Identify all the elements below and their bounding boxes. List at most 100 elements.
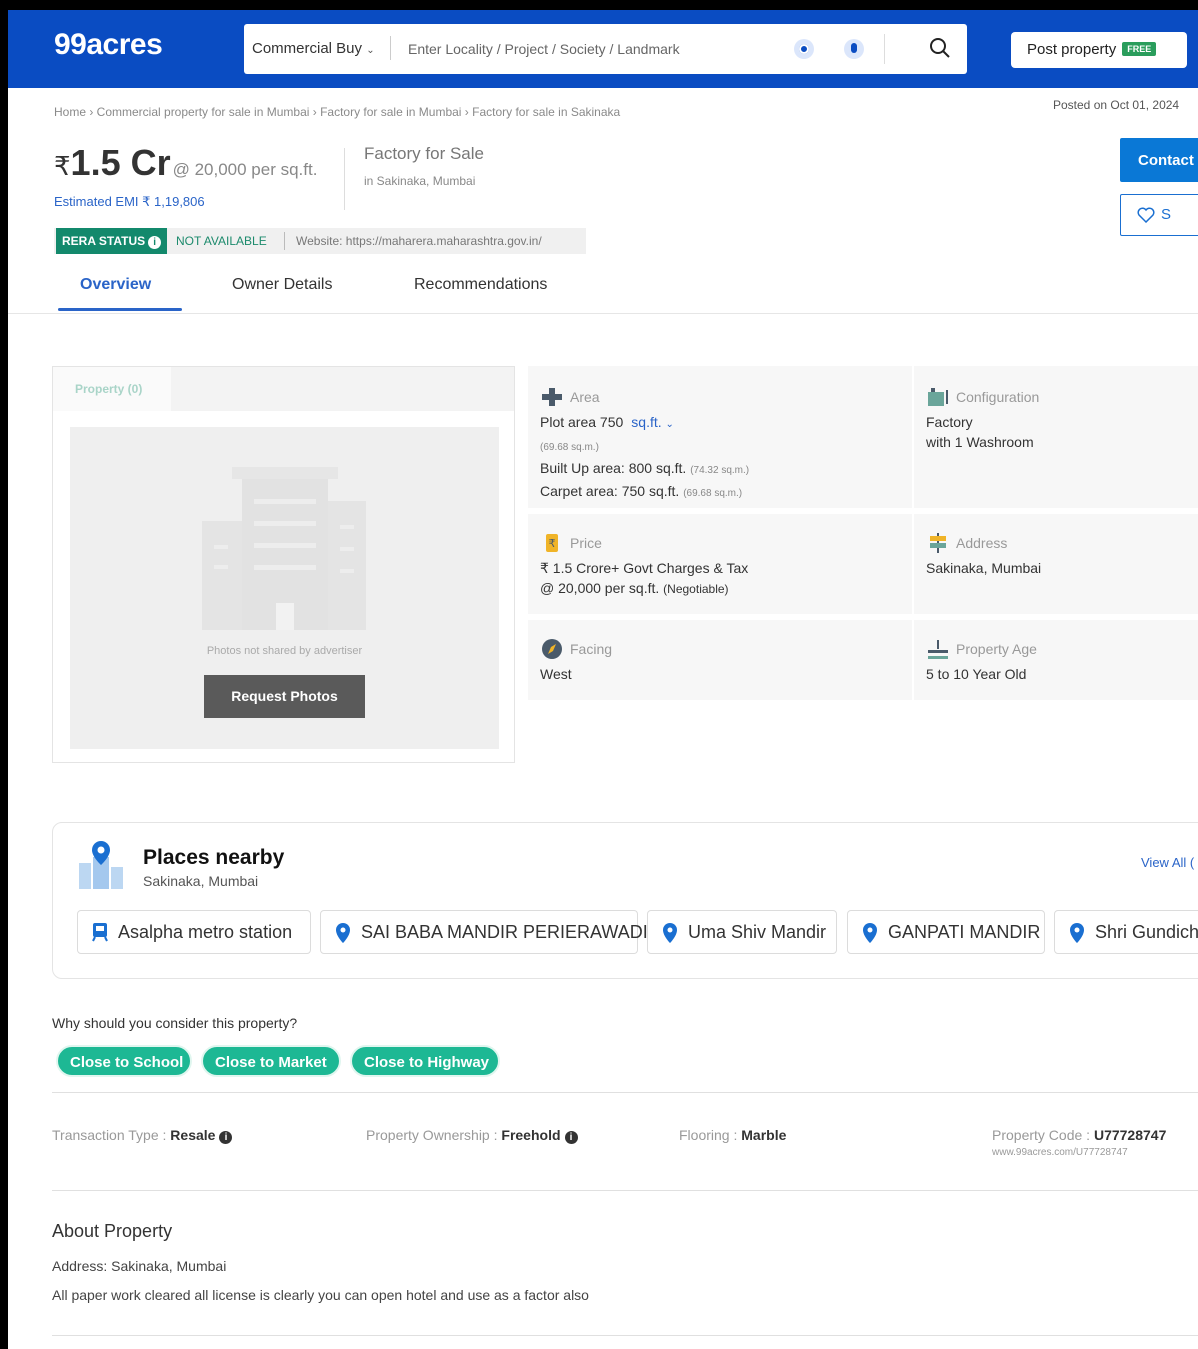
place-name: Asalpha metro station [118,922,293,942]
facing-label: Facing [570,641,613,657]
location-icon[interactable] [794,39,814,59]
tab-owner-details[interactable]: Owner Details [232,276,332,294]
city-map-icon [79,841,123,889]
section-tabs: Overview Owner Details Recommendations [8,272,1198,314]
property-location: in Sakinaka, Mumbai [364,174,476,188]
tab-property-photos[interactable]: Property (0) [53,367,171,411]
transaction-value: Resale [170,1127,216,1143]
property-type: Factory for Sale [364,144,484,163]
carpet-sqm: (69.68 sq.m.) [683,488,743,499]
info-icon[interactable]: i [148,236,162,249]
configuration-label: Configuration [956,389,1040,405]
unit-selector[interactable]: sq.ft. ⌄ [631,414,674,430]
info-icon[interactable]: i [219,1131,233,1144]
page: 99acres Commercial Buy ⌄ Post property FR… [8,10,1198,1349]
photo-tabbar: Property (0) [53,367,514,411]
facing-label-row: Facing [540,638,912,660]
area-values: Plot area 750 sq.ft. ⌄ (69.68 sq.m.) Buil… [540,412,912,504]
negotiable-flag: (Negotiable) [663,582,729,596]
no-photos-note: Photos not shared by advertiser [206,645,363,657]
photo-placeholder: Photos not shared by advertiser Request … [70,427,499,749]
about-title: About Property [52,1221,173,1241]
price-label: Price [570,535,602,551]
svg-text:₹: ₹ [549,537,556,550]
rera-status-value: NOT AVAILABLE [176,234,267,248]
tab-overview[interactable]: Overview [80,276,151,294]
site-logo[interactable]: 99acres [54,28,163,62]
signpost-icon [930,533,946,553]
price-total: ₹ 1.5 Crore+ Govt Charges & Tax [540,560,749,576]
divider [344,148,345,210]
metro-icon [92,923,108,942]
shortlist-button[interactable]: S [1120,194,1198,236]
estimated-emi-link[interactable]: Estimated EMI ₹ 1,19,806 [54,194,205,210]
feature-tag: Close to School [56,1045,192,1077]
property-code: Property Code : U77728747 [992,1127,1166,1143]
currency-symbol: ₹ [54,151,71,181]
area-label-row: Area [540,386,912,408]
search-icon[interactable] [928,36,952,60]
address-label: Address [956,535,1008,551]
place-chip[interactable]: Shri Gundich [1054,910,1198,954]
divider [52,1335,1198,1336]
detail-facing: Facing West [528,620,912,700]
transaction-type: Transaction Type : Resale i [52,1127,233,1144]
about-description: All paper work cleared all license is cl… [52,1287,589,1303]
area-label: Area [570,389,600,405]
category-label: Commercial Buy [252,40,363,57]
detail-address: Address Sakinaka, Mumbai [914,514,1198,614]
age-label: Property Age [956,641,1037,657]
breadcrumb[interactable]: Home › Commercial property for sale in M… [54,105,620,119]
location-pin-icon [863,923,877,943]
price-icon: ₹ [546,534,558,552]
info-icon[interactable]: i [564,1131,578,1144]
age-value: 5 to 10 Year Old [926,666,1027,682]
age-label-row: Property Age [926,638,1198,660]
free-badge: FREE [1122,42,1157,56]
configuration-type: Factory [926,414,973,430]
divider [284,232,285,250]
price-heading: ₹1.5 Cr @ 20,000 per sq.ft. [54,142,317,184]
rera-website[interactable]: Website: https://maharera.maharashtra.go… [296,234,542,248]
photo-panel: Property (0) Photos not shared by advert… [52,366,515,763]
location-pin-icon [1070,923,1084,943]
property-url[interactable]: www.99acres.com/U77728747 [992,1147,1128,1158]
search-input[interactable] [408,34,778,64]
microphone-icon[interactable] [844,39,864,59]
built-up-sqm: (74.32 sq.m.) [690,465,750,476]
post-property-button[interactable]: Post property FREE [1011,32,1187,68]
feature-tag: Close to Market [201,1045,341,1077]
divider [884,34,885,64]
category-dropdown[interactable]: Commercial Buy ⌄ [252,40,375,57]
search-bar: Commercial Buy ⌄ [244,24,967,74]
divider [52,1190,1198,1191]
rera-status-badge[interactable]: RERA STATUS i [56,228,168,254]
plot-area: Plot area 750 [540,414,624,430]
place-chip[interactable]: Uma Shiv Mandir [647,910,837,954]
compass-icon [542,639,562,659]
address-label-row: Address [926,532,1198,554]
place-chip[interactable]: SAI BABA MANDIR PERIERAWADI [320,910,648,954]
place-name: GANPATI MANDIR [888,922,1041,942]
feature-tag: Close to Highway [350,1045,500,1077]
place-chip[interactable]: GANPATI MANDIR [847,910,1045,954]
ownership-label: Property Ownership : [366,1127,498,1143]
tab-recommendations[interactable]: Recommendations [414,276,547,294]
area-icon [542,388,562,406]
request-photos-button[interactable]: Request Photos [204,675,365,718]
configuration-values: Factory with 1 Washroom [926,412,1198,452]
configuration-washroom: with 1 Washroom [926,434,1034,450]
configuration-label-row: Configuration [926,386,1198,408]
contact-button[interactable]: Contact [1120,138,1198,182]
flooring: Flooring : Marble [679,1127,786,1143]
built-up-area: Built Up area: 800 sq.ft. [540,460,687,476]
location-pin-icon [336,923,350,943]
view-all-link[interactable]: View All ( [1141,855,1194,870]
place-chip[interactable]: Asalpha metro station [77,910,311,954]
why-consider-heading: Why should you consider this property? [52,1015,298,1031]
places-subtitle: Sakinaka, Mumbai [143,873,259,889]
transaction-label: Transaction Type : [52,1127,167,1143]
property-age-icon [928,640,948,659]
property-ownership: Property Ownership : Freehold i [366,1127,578,1144]
chevron-down-icon: ⌄ [665,419,674,430]
